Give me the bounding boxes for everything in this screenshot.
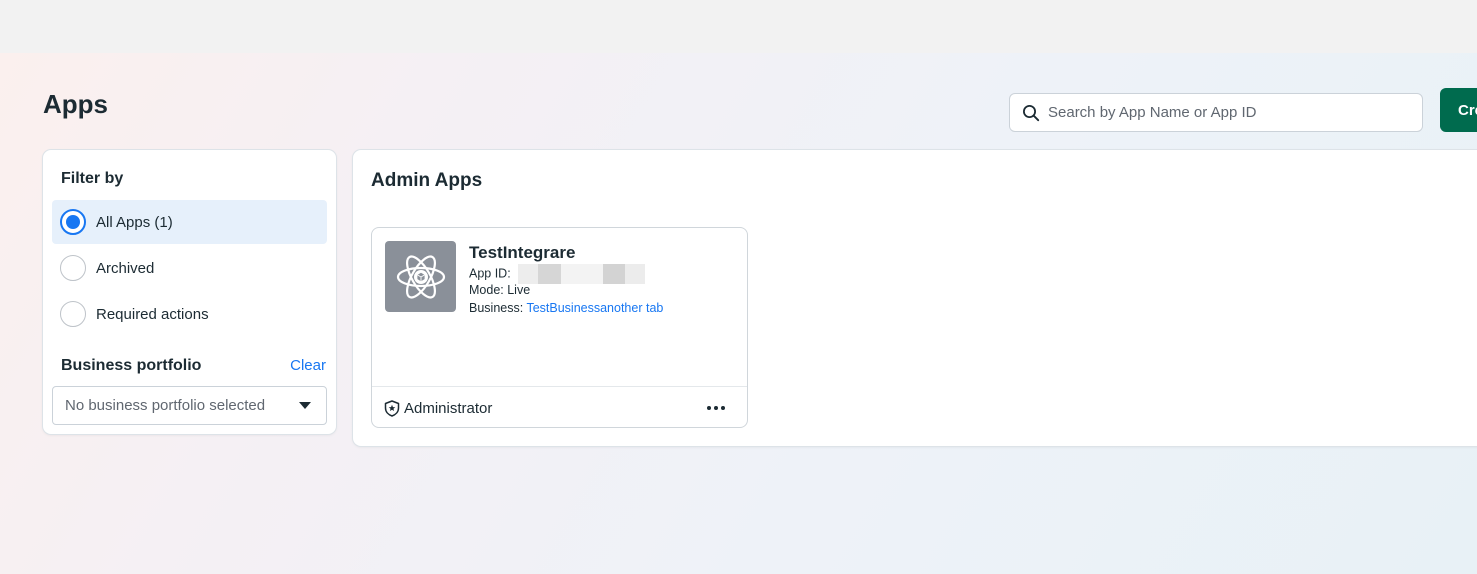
filter-option-required-actions[interactable]: Required actions [52, 292, 327, 336]
admin-apps-panel: Admin Apps TestIntegrare App ID: Mode: L… [353, 150, 1477, 446]
page-title: Apps [43, 89, 108, 119]
search-box[interactable] [1009, 93, 1423, 132]
radio-unselected-icon[interactable] [60, 301, 86, 327]
app-mode: Mode: Live [469, 283, 531, 297]
search-icon [1023, 104, 1040, 121]
filter-option-label: All Apps (1) [96, 213, 173, 231]
business-link[interactable]: TestBusinessanother tab [526, 301, 663, 315]
business-portfolio-dropdown[interactable]: No business portfolio selected [52, 386, 327, 425]
top-bar [0, 0, 1477, 53]
app-business-row: Business: TestBusinessanother tab [469, 301, 663, 315]
apps-page: Apps Create App Filter by All Apps (1) A… [0, 53, 1477, 574]
filter-option-label: Archived [96, 259, 155, 277]
portfolio-select-value: No business portfolio selected [65, 397, 266, 414]
filter-title: Filter by [61, 170, 124, 187]
app-role: Administrator [404, 399, 493, 417]
radio-unselected-icon[interactable] [60, 255, 86, 281]
radio-selected-icon[interactable] [60, 209, 86, 235]
redacted-app-id [518, 264, 646, 284]
app-id-row: App ID: [469, 264, 646, 284]
business-portfolio-title: Business portfolio [61, 357, 202, 374]
app-id-label: App ID: [469, 266, 511, 281]
caret-down-icon [299, 402, 311, 409]
section-title: Admin Apps [371, 170, 483, 191]
app-name[interactable]: TestIntegrare [469, 243, 575, 263]
filter-option-label: Required actions [96, 305, 209, 323]
more-dot-icon [721, 406, 725, 410]
app-card-footer: Administrator [372, 386, 747, 427]
create-app-button[interactable]: Create App [1440, 88, 1477, 132]
filter-option-all-apps[interactable]: All Apps (1) [52, 200, 327, 244]
shield-star-icon [384, 399, 400, 417]
filter-option-archived[interactable]: Archived [52, 246, 327, 290]
atom-app-icon [385, 241, 456, 312]
filter-panel: Filter by All Apps (1) Archived Required… [43, 150, 336, 434]
more-dot-icon [714, 406, 718, 410]
app-card[interactable]: TestIntegrare App ID: Mode: Live Busines… [371, 227, 748, 428]
search-input[interactable] [1048, 104, 1408, 121]
business-label: Business: [469, 301, 524, 315]
more-dot-icon [707, 406, 711, 410]
more-options-button[interactable] [703, 397, 729, 419]
clear-portfolio-link[interactable]: Clear [290, 357, 326, 374]
